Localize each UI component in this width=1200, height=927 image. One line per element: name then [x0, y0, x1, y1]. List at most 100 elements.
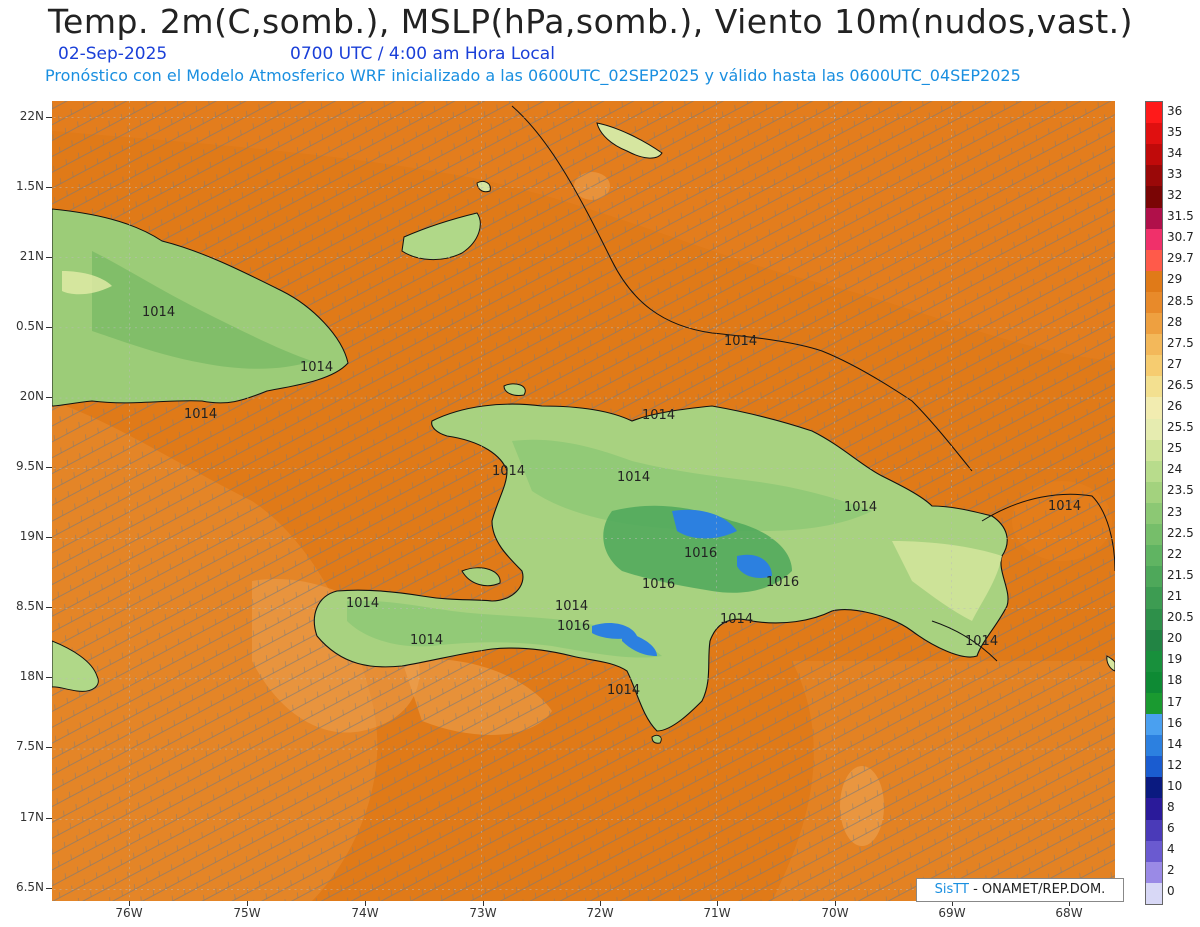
isobar-label: 1014: [346, 596, 379, 611]
colorbar-label: 21: [1167, 588, 1183, 603]
credit-org: - ONAMET/REP.DOM.: [973, 882, 1106, 897]
lon-tick: [600, 901, 601, 906]
colorbar-label: 34: [1167, 145, 1183, 160]
lon-tick: [365, 901, 366, 906]
colorbar-label: 29: [1167, 272, 1183, 287]
colorbar-label: 22.5: [1167, 525, 1194, 540]
colorbar-segment: [1146, 714, 1162, 736]
colorbar-label: 28.5: [1167, 293, 1194, 308]
colorbar-label: 35: [1167, 124, 1183, 139]
lon-label: 72W: [586, 906, 614, 920]
lon-tick: [483, 901, 484, 906]
colorbar-segment: [1146, 249, 1162, 272]
sispi-logo-text: SisTT: [934, 882, 969, 897]
colorbar-segment: [1146, 165, 1162, 187]
colorbar-segment: [1146, 355, 1162, 377]
isobar-label: 1014: [965, 634, 998, 649]
colorbar-segment: [1146, 123, 1162, 145]
lat-label: 19N: [19, 529, 44, 543]
colorbar-segment: [1146, 671, 1162, 694]
colorbar-segment: [1146, 503, 1162, 525]
isobar-label: 1014: [555, 599, 588, 614]
colorbar-segment: [1146, 735, 1162, 757]
lat-label: 6.5N: [15, 880, 44, 894]
isobar-label: 1014: [720, 612, 753, 627]
colorbar-label: 19: [1167, 652, 1183, 667]
colorbar-segment: [1146, 587, 1162, 609]
lon-label: 69W: [938, 906, 966, 920]
lon-label: 76W: [115, 906, 143, 920]
colorbar-label: 23.5: [1167, 483, 1194, 498]
colorbar-label: 31.5: [1167, 209, 1194, 224]
colorbar-label: 27.5: [1167, 335, 1194, 350]
lat-label: 8.5N: [15, 599, 44, 613]
isobar-label: 1016: [557, 619, 590, 634]
colorbar-segment: [1146, 882, 1162, 905]
colorbar-segment: [1146, 840, 1162, 863]
colorbar-label: 4: [1167, 842, 1175, 857]
colorbar-label: 2: [1167, 863, 1175, 878]
lon-tick: [129, 901, 130, 906]
colorbar-segment: [1146, 566, 1162, 588]
colorbar-label: 14: [1167, 736, 1183, 751]
isobar-label: 1014: [1048, 499, 1081, 514]
colorbar-label: 16: [1167, 715, 1183, 730]
colorbar-label: 28: [1167, 314, 1183, 329]
colorbar-segment: [1146, 418, 1162, 441]
colorbar-segment: [1146, 608, 1162, 631]
colorbar-segment: [1146, 228, 1162, 251]
colorbar-label: 29.7: [1167, 251, 1194, 266]
isobar-label: 1016: [766, 575, 799, 590]
forecast-date: 02-Sep-2025: [58, 44, 168, 64]
colorbar-label: 36: [1167, 103, 1183, 118]
isobar-label: 1014: [642, 408, 675, 423]
isobar-label: 1014: [724, 334, 757, 349]
lat-label: 21N: [19, 249, 44, 263]
colorbar-label: 20: [1167, 631, 1183, 646]
colorbar-segment: [1146, 102, 1162, 124]
colorbar-label: 0: [1167, 884, 1175, 899]
colorbar-label: 33: [1167, 166, 1183, 181]
colorbar-label: 26: [1167, 399, 1183, 414]
colorbar-label: 25: [1167, 441, 1183, 456]
colorbar-segment: [1146, 376, 1162, 398]
isobar-label: 1014: [142, 305, 175, 320]
colorbar-label: 30.7: [1167, 230, 1194, 245]
colorbar-segment: [1146, 313, 1162, 335]
lat-lon-grid: [52, 101, 1115, 901]
colorbar-segment: [1146, 186, 1162, 208]
map-canvas: 1014 1014 1014 1014 1014 1014 1014 1014 …: [52, 101, 1115, 901]
colorbar-label: 20.5: [1167, 610, 1194, 625]
colorbar-segment: [1146, 545, 1162, 567]
colorbar-segment: [1146, 270, 1162, 293]
map-panel[interactable]: 1014 1014 1014 1014 1014 1014 1014 1014 …: [52, 101, 1115, 901]
isobar-label: 1014: [607, 683, 640, 698]
colorbar-segment: [1146, 777, 1162, 799]
colorbar-label: 27: [1167, 356, 1183, 371]
lat-label: 17N: [19, 810, 44, 824]
colorbar-label: 17: [1167, 694, 1183, 709]
colorbar-segment: [1146, 861, 1162, 884]
colorbar-label: 26.5: [1167, 377, 1194, 392]
colorbar-label: 10: [1167, 778, 1183, 793]
model-info: Pronóstico con el Modelo Atmosferico WRF…: [45, 66, 1021, 85]
isobar-label: 1016: [684, 546, 717, 561]
lon-tick: [247, 901, 248, 906]
lat-label: 22N: [19, 109, 44, 123]
lon-label: 74W: [351, 906, 379, 920]
lat-label: 0.5N: [15, 319, 44, 333]
colorbar-label: 21.5: [1167, 567, 1194, 582]
lat-label: 9.5N: [15, 459, 44, 473]
forecast-time: 0700 UTC / 4:00 am Hora Local: [290, 44, 555, 64]
colorbar-segment: [1146, 439, 1162, 462]
colorbar-label: 8: [1167, 800, 1175, 815]
colorbar-label: 23: [1167, 504, 1183, 519]
colorbar-segment: [1146, 650, 1162, 673]
lon-label: 71W: [703, 906, 731, 920]
colorbar-segment: [1146, 756, 1162, 778]
lat-label: 18N: [19, 669, 44, 683]
colorbar-segment: [1146, 334, 1162, 356]
lat-label: 1.5N: [15, 179, 44, 193]
lat-label: 20N: [19, 389, 44, 403]
isobar-label: 1014: [184, 407, 217, 422]
